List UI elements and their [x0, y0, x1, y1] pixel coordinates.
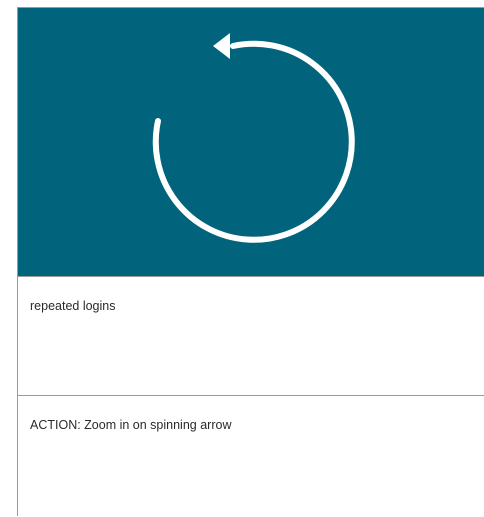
refresh-arrow-arc: [152, 40, 355, 243]
storyboard-panel: repeated logins ACTION: Zoom in on spinn…: [17, 7, 484, 517]
storyboard-frame: [18, 8, 484, 277]
scene-caption: repeated logins: [30, 299, 116, 313]
action-caption-box: ACTION: Zoom in on spinning arrow: [18, 396, 484, 517]
refresh-arrow-icon: [152, 33, 355, 243]
action-caption: ACTION: Zoom in on spinning arrow: [30, 418, 232, 432]
scene-caption-box: repeated logins: [18, 277, 484, 396]
refresh-arrow-head: [213, 33, 230, 59]
